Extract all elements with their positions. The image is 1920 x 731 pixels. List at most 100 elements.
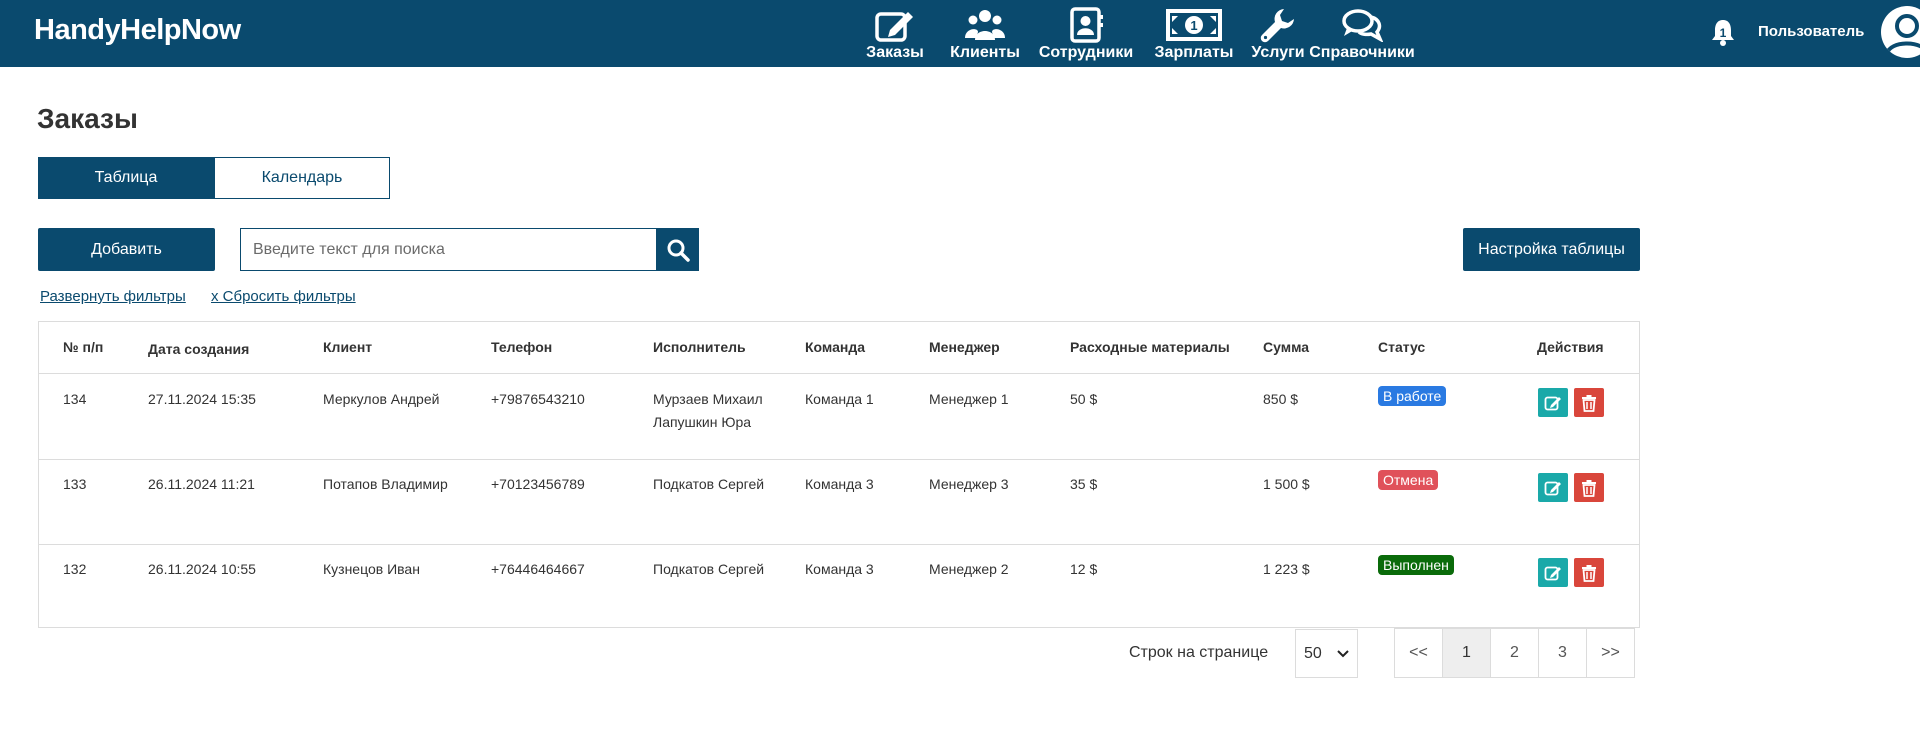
cell-materials: 12 $ — [1070, 561, 1098, 577]
cell-phone: +70123456789 — [491, 476, 585, 492]
cell-client: Кузнецов Иван — [323, 561, 420, 577]
trash-icon — [1582, 394, 1596, 412]
users-icon — [965, 6, 1005, 44]
cell-client: Потапов Владимир — [323, 476, 448, 492]
cell-sum: 850 $ — [1263, 391, 1299, 407]
cell-executor: Мурзаев Михаил — [653, 391, 763, 407]
add-button[interactable]: Добавить — [38, 228, 215, 271]
cell-manager: Менеджер 1 — [929, 391, 1009, 407]
reset-filters-link[interactable]: x Сбросить фильтры — [211, 288, 356, 305]
nav-label: Сотрудники — [1038, 44, 1134, 61]
main-nav: Заказы Клиенты Сотрудники 1 Зарплаты Усл… — [850, 0, 1415, 67]
edit-icon — [874, 6, 916, 44]
nav-label: Зарплаты — [1154, 44, 1234, 61]
cell-sum: 1 500 $ — [1263, 476, 1310, 492]
cell-client: Меркулов Андрей — [323, 391, 440, 407]
column-header[interactable]: Статус — [1378, 339, 1425, 355]
cell-executor: Подкатов Сергей — [653, 476, 765, 492]
cell-date: 27.11.2024 15:35 — [148, 391, 256, 407]
status-badge: Выполнен — [1378, 555, 1454, 575]
page-button-2[interactable]: 2 — [1490, 628, 1539, 678]
column-header[interactable]: № п/п — [63, 339, 103, 355]
rows-per-page-label: Строк на странице — [1129, 644, 1269, 661]
column-header: Действия — [1537, 339, 1604, 355]
table-row[interactable]: 132 26.11.2024 10:55 Кузнецов Иван +7644… — [39, 545, 1639, 630]
column-header[interactable]: Команда — [805, 339, 865, 355]
edit-button[interactable] — [1538, 558, 1568, 587]
svg-text:1: 1 — [1190, 18, 1197, 33]
page-button-1[interactable]: 1 — [1442, 628, 1491, 678]
cell-executor: Лапушкин Юра — [653, 414, 752, 430]
rows-per-page-value: 50 — [1304, 644, 1322, 662]
orders-table: № п/п Дата создания Клиент Телефон Испол… — [38, 321, 1640, 628]
nav-item-orders[interactable]: Заказы — [850, 0, 940, 67]
table-settings-button[interactable]: Настройка таблицы — [1463, 228, 1640, 271]
column-header[interactable]: Дата создания — [148, 341, 249, 357]
cell-num: 132 — [63, 561, 87, 577]
column-header[interactable]: Клиент — [323, 339, 372, 355]
chevron-down-icon — [1337, 649, 1349, 657]
table-header: № п/п Дата создания Клиент Телефон Испол… — [39, 322, 1639, 374]
page-title: Заказы — [37, 103, 138, 134]
cell-date: 26.11.2024 10:55 — [148, 561, 256, 577]
user-name[interactable]: Пользователь — [1758, 23, 1864, 40]
trash-icon — [1582, 564, 1596, 582]
page-button-3[interactable]: 3 — [1538, 628, 1587, 678]
edit-icon — [1544, 396, 1561, 410]
nav-label: Клиенты — [950, 44, 1020, 61]
page-first-button[interactable]: << — [1394, 628, 1443, 678]
column-header[interactable]: Исполнитель — [653, 339, 746, 355]
cell-date: 26.11.2024 11:21 — [148, 476, 255, 492]
bell-icon[interactable]: 1 — [1710, 18, 1736, 51]
edit-icon — [1544, 481, 1561, 495]
cell-num: 133 — [63, 476, 87, 492]
top-navbar: HandyHelpNow Заказы Клиенты Сотрудники 1… — [0, 0, 1920, 67]
nav-item-services[interactable]: Услуги — [1246, 0, 1310, 67]
search-input[interactable] — [240, 228, 656, 271]
cell-manager: Менеджер 3 — [929, 476, 1009, 492]
search-button[interactable] — [656, 228, 699, 271]
nav-item-employees[interactable]: Сотрудники — [1030, 0, 1142, 67]
status-badge: В работе — [1378, 386, 1447, 406]
nav-item-clients[interactable]: Клиенты — [940, 0, 1030, 67]
cell-team: Команда 3 — [805, 476, 874, 492]
nav-label: Справочники — [1309, 44, 1415, 61]
column-header[interactable]: Телефон — [491, 339, 552, 355]
money-icon: 1 — [1166, 6, 1222, 44]
brand-logo[interactable]: HandyHelpNow — [34, 14, 241, 47]
cell-team: Команда 3 — [805, 561, 874, 577]
tab-calendar[interactable]: Календарь — [214, 157, 390, 199]
cell-phone: +76446464667 — [491, 561, 585, 577]
edit-button[interactable] — [1538, 473, 1568, 502]
cell-materials: 50 $ — [1070, 391, 1098, 407]
wrench-icon — [1260, 6, 1296, 44]
column-header[interactable]: Расходные материалы — [1070, 339, 1230, 355]
nav-label: Заказы — [866, 44, 924, 61]
cell-num: 134 — [63, 391, 87, 407]
table-row[interactable]: 134 27.11.2024 15:35 Меркулов Андрей +79… — [39, 375, 1639, 460]
comments-icon — [1341, 6, 1383, 44]
pagination: << 1 2 3 >> — [1394, 628, 1635, 678]
address-book-icon — [1069, 6, 1103, 44]
tab-table[interactable]: Таблица — [38, 157, 214, 199]
trash-icon — [1582, 479, 1596, 497]
cell-executor: Подкатов Сергей — [653, 561, 765, 577]
column-header[interactable]: Менеджер — [929, 339, 1000, 355]
table-row[interactable]: 133 26.11.2024 11:21 Потапов Владимир +7… — [39, 460, 1639, 545]
nav-item-references[interactable]: Справочники — [1309, 0, 1415, 67]
cell-materials: 35 $ — [1070, 476, 1098, 492]
column-header[interactable]: Сумма — [1263, 339, 1309, 355]
user-avatar-icon[interactable] — [1881, 6, 1920, 58]
nav-item-salaries[interactable]: 1 Зарплаты — [1142, 0, 1246, 67]
delete-button[interactable] — [1574, 388, 1604, 417]
cell-manager: Менеджер 2 — [929, 561, 1009, 577]
cell-team: Команда 1 — [805, 391, 874, 407]
delete-button[interactable] — [1574, 558, 1604, 587]
rows-per-page-select[interactable]: 50 — [1295, 629, 1358, 678]
edit-icon — [1544, 566, 1561, 580]
expand-filters-link[interactable]: Развернуть фильтры — [40, 288, 186, 305]
cell-sum: 1 223 $ — [1263, 561, 1310, 577]
page-last-button[interactable]: >> — [1586, 628, 1635, 678]
delete-button[interactable] — [1574, 473, 1604, 502]
edit-button[interactable] — [1538, 388, 1568, 417]
